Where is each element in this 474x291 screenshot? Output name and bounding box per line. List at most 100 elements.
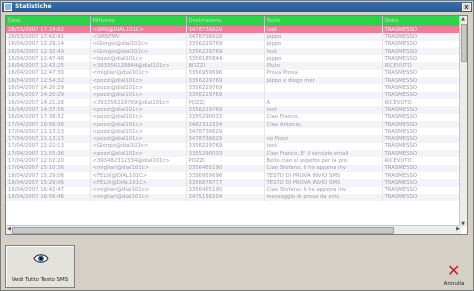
table-row[interactable]: 18/04/2007 15:29:06 <FELIX@DIAL101C> 33568…: [6, 179, 462, 187]
cell-status: TRASMESSO: [382, 40, 462, 48]
cell-date: 18/04/2007 15:29:06: [6, 179, 91, 187]
cell-status: RICEVUTO: [382, 157, 462, 165]
table-row[interactable]: 17/04/2007 12:02:20 <393482312334@dial101…: [6, 157, 462, 165]
table-row[interactable]: 16/04/2007 14:37:56 <pozzi@dial101c> 33562…: [6, 106, 462, 114]
table-row[interactable]: 16/04/2007 12:43:25 <393356128844@dial101…: [6, 62, 462, 70]
table-row[interactable]: 16/04/2007 12:29:14 <Giorgio@dial101c> 335…: [6, 40, 462, 48]
table-row[interactable]: 17/04/2007 11:13:13 <pozzi@dial101c> 34787…: [6, 128, 462, 136]
cell-recipient: 3478736629: [186, 33, 265, 41]
table-row[interactable]: 16/04/2007 17:38:51 <pozzi@dial101c> 33552…: [6, 113, 462, 121]
cell-status: RICEVUTO: [382, 98, 462, 107]
vertical-scrollbar[interactable]: ▲ ▼: [459, 16, 467, 227]
table-row[interactable]: 16/04/2007 12:47:48 <bozzi@dial101c> 33561…: [6, 55, 462, 63]
cell-text: pippo: [264, 40, 383, 48]
column-header-date[interactable]: Data: [6, 16, 91, 26]
cell-date: 18/04/2007 16:42:47: [6, 186, 91, 194]
cell-sender: <pozzi@dial101c>: [90, 106, 187, 114]
table-row[interactable]: 17/04/2007 11:13:13 <pozzi@dial101c> 34787…: [6, 135, 462, 143]
cell-recipient: POZZI: [186, 157, 265, 165]
close-icon[interactable]: x: [462, 3, 471, 11]
cell-date: 17/04/2007 11:55:36: [6, 150, 91, 158]
cell-recipient: 3478736629: [186, 128, 265, 136]
cell-status: TRASMESSO: [382, 91, 462, 99]
column-header-status[interactable]: Stato: [382, 16, 462, 26]
table-row[interactable]: 28/03/2007 17:42:41 <SMSFMV 3478736629 pipp…: [6, 33, 462, 41]
column-header-text[interactable]: Testo: [264, 16, 383, 26]
cell-recipient: BOZZI: [186, 62, 265, 70]
cell-sender: <393356229769@dial101c>: [90, 98, 187, 107]
cell-status: TRASMESSO: [382, 120, 462, 129]
cell-recipient: 3356229769: [186, 91, 265, 99]
cell-sender: <FELIX@DIAL101C>: [90, 179, 187, 187]
cancel-button[interactable]: ✕ Annulla: [437, 263, 471, 289]
cell-text: Ciao Franco, E' il servizio email: [264, 150, 383, 158]
column-header-recipient[interactable]: Destinatario: [186, 16, 265, 26]
cell-date: 18/04/2007 16:56:46: [6, 193, 91, 202]
eye-icon: [33, 254, 49, 263]
horizontal-scroll-thumb[interactable]: [12, 227, 394, 234]
cell-sender: <Giorgio@dial101c>: [90, 47, 187, 56]
scroll-left-icon[interactable]: ◀: [6, 226, 12, 232]
table-header-row: Data Mittente Destinatario Testo Stato: [6, 16, 462, 26]
cell-sender: <migliari@dial101c>: [90, 186, 187, 194]
cell-recipient: 3356465190: [186, 164, 265, 172]
table-row[interactable]: 16/04/2007 12:54:32 <pozzi@dial101c> 33562…: [6, 77, 462, 85]
cell-status: TRASMESSO: [382, 142, 462, 151]
cell-date: 16/04/2007 14:21:26: [6, 98, 91, 107]
cell-text: test: [264, 26, 383, 34]
cell-date: 16/04/2007 12:47:30: [6, 69, 91, 78]
cell-text: TESTO DI PROVA INVIO SMS: [264, 171, 383, 180]
cell-status: TRASMESSO: [382, 26, 462, 34]
table-row[interactable]: 16/04/2007 14:21:26 <393356229769@dial101…: [6, 98, 462, 107]
cell-date: 16/04/2007 14:20:29: [6, 91, 91, 99]
table-row[interactable]: 17/04/2007 10:56:56 <pozzi@dial101c> 34823…: [6, 120, 462, 129]
vertical-scroll-thumb[interactable]: [461, 24, 467, 62]
table-row[interactable]: 17/04/2007 15:10:36 <migliari@dial101c> 33…: [6, 164, 462, 172]
cell-status: TRASMESSO: [382, 193, 462, 202]
cell-status: TRASMESSO: [382, 84, 462, 92]
scroll-right-icon[interactable]: ▶: [455, 226, 461, 232]
cell-status: TRASMESSO: [382, 69, 462, 78]
table-row[interactable]: 16/04/2007 14:20:29 <pozzi@dial101c> 33562…: [6, 91, 462, 99]
cell-sender: <pozzi@dial101c>: [90, 77, 187, 85]
table-row[interactable]: 16/04/2007 12:47:30 <migliari@dial101c> 33…: [6, 69, 462, 78]
cell-sender: <pozzi@dial101c>: [90, 113, 187, 121]
statistics-window: Statistiche x Data Mittente Destinatario…: [0, 0, 474, 291]
cell-date: 16/04/2007 12:54:32: [6, 77, 91, 85]
view-all-sms-text-button[interactable]: Vedi Tutto Testo SMS: [5, 245, 75, 288]
cell-sender: <SMSFMV: [90, 33, 187, 41]
cell-date: 16/04/2007 14:20:29: [6, 84, 91, 92]
cell-date: 16/04/2007 12:43:25: [6, 62, 91, 70]
app-icon: [4, 3, 12, 11]
cell-text: no Pozzi: [264, 135, 383, 143]
column-header-sender[interactable]: Mittente: [90, 16, 187, 26]
cell-text: test: [264, 47, 383, 56]
table-row[interactable]: 17/04/2007 11:55:36 <pozzi@dial101c> 33552…: [6, 150, 462, 158]
cell-recipient: 3478736629: [186, 26, 265, 34]
table-row[interactable]: 18/04/2007 16:56:46 <migliari@dial101c> 34…: [6, 193, 462, 202]
cell-status: TRASMESSO: [382, 186, 462, 194]
table-row[interactable]: 16/04/2007 12:32:40 <Giorgio@dial101c> 335…: [6, 47, 462, 56]
table-row[interactable]: 17/04/2007 11:22:13 <Giorgio@dial101c> 335…: [6, 142, 462, 151]
cell-sender: <pozzi@dial101c>: [90, 135, 187, 143]
cell-recipient: 3356229769: [186, 106, 265, 114]
cell-recipient: 3355290033: [186, 113, 265, 121]
cell-recipient: 3356185844: [186, 55, 265, 63]
window-title: Statistiche: [15, 3, 52, 10]
horizontal-scrollbar[interactable]: ◀ ▶: [6, 225, 461, 234]
cell-sender: <pozzi@dial101c>: [90, 150, 187, 158]
table-row[interactable]: 16/04/2007 14:20:29 <pozzi@dial101c> 33562…: [6, 84, 462, 92]
cell-sender: <393482312334@dial101c>: [90, 157, 187, 165]
cell-sender: <Giorgio@dial101c>: [90, 40, 187, 48]
table-row[interactable]: 28/03/2007 17:24:02 <SMS@DIAL101C> 3478736…: [6, 26, 462, 34]
cell-recipient: 3356229769: [186, 47, 265, 56]
cell-sender: <migliari@dial101c>: [90, 193, 187, 202]
sms-log-table: Data Mittente Destinatario Testo Stato 2…: [5, 15, 468, 235]
table-row[interactable]: 18/04/2007 16:42:47 <migliari@dial101c> 33…: [6, 186, 462, 194]
view-all-sms-text-label: Vedi Tutto Testo SMS: [11, 277, 69, 283]
title-bar[interactable]: Statistiche x: [2, 2, 472, 12]
scroll-up-icon[interactable]: ▲: [460, 16, 466, 22]
table-row[interactable]: 18/04/2007 15:29:06 <FELIX@DIAL101C> 33569…: [6, 171, 462, 180]
cell-status: TRASMESSO: [382, 55, 462, 63]
cell-recipient: 3482312334: [186, 120, 265, 129]
